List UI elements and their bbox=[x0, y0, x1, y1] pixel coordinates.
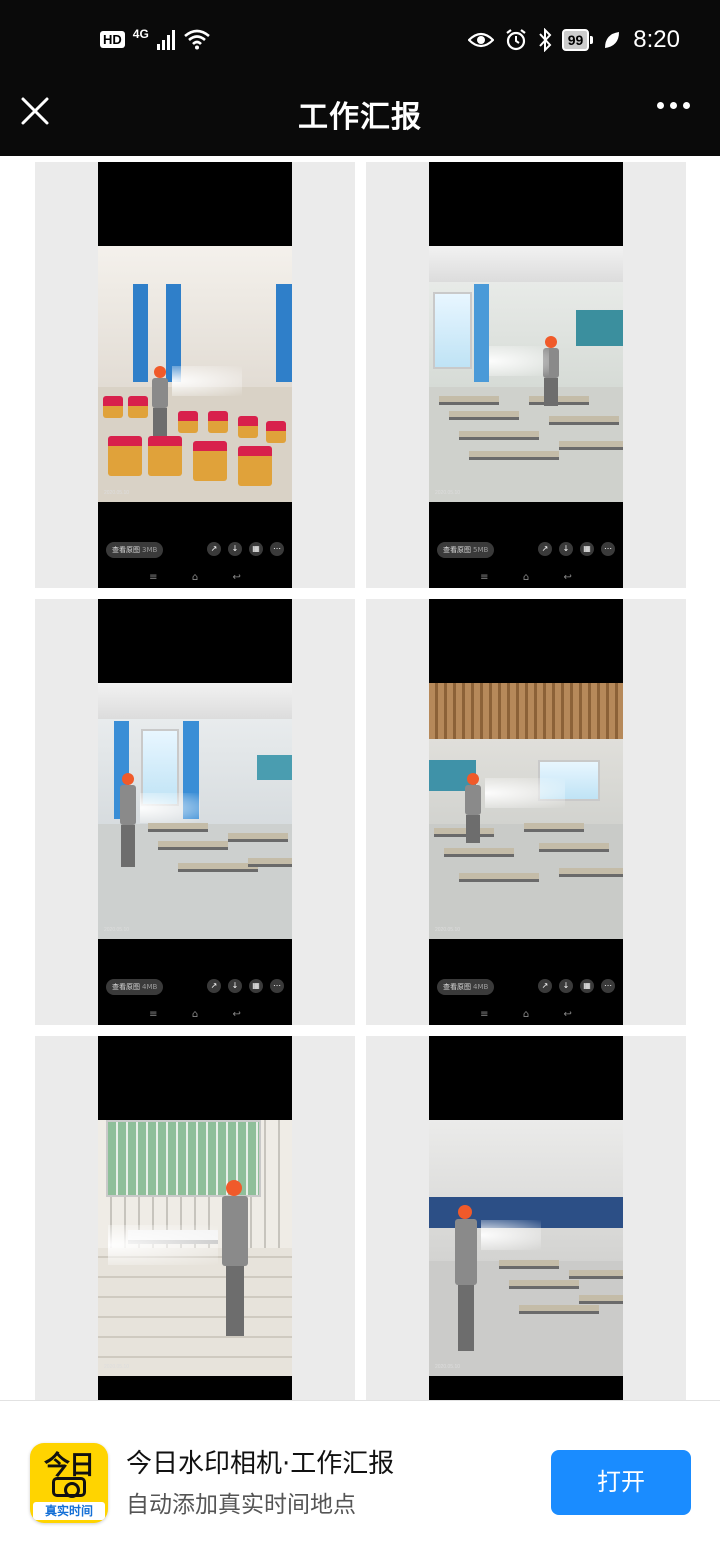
photo: 2020.05.10 bbox=[429, 1120, 623, 1376]
back-icon: ↩ bbox=[232, 572, 241, 583]
photo-actions: ↗ ↓ ▦ ⋯ bbox=[207, 542, 284, 556]
photo-tile[interactable]: 2020.05.10 查看原图 3MB ↗ ↓ ▦ ⋯ ≡ ⌂ ↩ bbox=[35, 162, 355, 588]
camera-icon bbox=[52, 1477, 86, 1498]
battery-level: 99 bbox=[561, 29, 590, 51]
open-button[interactable]: 打开 bbox=[551, 1450, 691, 1515]
status-bar: HD 4G 99 8:20 bbox=[0, 0, 720, 84]
banner-title: 今日水印相机·工作汇报 bbox=[126, 1449, 395, 1479]
photo-date: 2020.05.10 bbox=[104, 490, 130, 496]
system-nav: ≡ ⌂ ↩ bbox=[429, 1009, 623, 1020]
view-original-button[interactable]: 查看原图 5MB bbox=[437, 542, 495, 558]
phone-screenshot: 2020.05.10 bbox=[98, 1036, 292, 1400]
download-icon[interactable]: ↓ bbox=[228, 542, 242, 556]
grid-icon[interactable]: ▦ bbox=[249, 542, 263, 556]
wifi-icon bbox=[183, 29, 210, 50]
clock: 8:20 bbox=[633, 26, 680, 53]
view-original-button[interactable]: 查看原图 4MB bbox=[437, 979, 495, 995]
bluetooth-icon bbox=[538, 28, 552, 52]
photo-date: 2020.05.10 bbox=[104, 1364, 130, 1370]
more-icon[interactable] bbox=[657, 102, 690, 109]
more-icon[interactable]: ⋯ bbox=[270, 542, 284, 556]
status-right: 99 8:20 bbox=[467, 26, 680, 54]
home-icon: ⌂ bbox=[522, 572, 530, 583]
app-icon[interactable]: 今日 真实时间 bbox=[30, 1443, 108, 1523]
photo-tile[interactable]: 2020.05.10 查看原图 4MB ↗ ↓ ▦ ⋯ ≡ ⌂ ↩ bbox=[35, 599, 355, 1025]
photo-actions: ↗ ↓ ▦ ⋯ bbox=[538, 979, 615, 993]
phone-screenshot: 2020.05.10 查看原图 3MB ↗ ↓ ▦ ⋯ ≡ ⌂ ↩ bbox=[98, 162, 292, 588]
photo: 2020.05.10 bbox=[98, 246, 292, 502]
grid-icon[interactable]: ▦ bbox=[249, 979, 263, 993]
download-icon[interactable]: ↓ bbox=[559, 542, 573, 556]
system-nav: ≡ ⌂ ↩ bbox=[98, 1009, 292, 1020]
photo-grid: 2020.05.10 查看原图 3MB ↗ ↓ ▦ ⋯ ≡ ⌂ ↩ 2020.0… bbox=[0, 156, 720, 1400]
photo: 2020.05.10 bbox=[98, 1120, 292, 1376]
alarm-icon bbox=[506, 29, 526, 51]
more-icon[interactable]: ⋯ bbox=[270, 979, 284, 993]
system-nav: ≡ ⌂ ↩ bbox=[98, 572, 292, 583]
photo-tile[interactable]: 2020.05.10 bbox=[366, 1036, 686, 1400]
phone-screenshot: 2020.05.10 bbox=[429, 1036, 623, 1400]
eye-icon bbox=[467, 32, 494, 48]
photo-date: 2020.05.10 bbox=[435, 490, 461, 496]
hd-badge: HD bbox=[100, 30, 125, 48]
menu-icon: ≡ bbox=[149, 572, 158, 583]
signal-icon bbox=[156, 28, 175, 50]
grid-icon[interactable]: ▦ bbox=[580, 542, 594, 556]
photo-actions: ↗ ↓ ▦ ⋯ bbox=[207, 979, 284, 993]
phone-screenshot: 2020.05.10 查看原图 4MB ↗ ↓ ▦ ⋯ ≡ ⌂ ↩ bbox=[98, 599, 292, 1025]
battery-icon: 99 bbox=[561, 29, 594, 51]
photo-date: 2020.05.10 bbox=[435, 1364, 461, 1370]
photo-date: 2020.05.10 bbox=[104, 927, 130, 933]
home-icon: ⌂ bbox=[191, 1009, 199, 1020]
photo-date: 2020.05.10 bbox=[435, 927, 461, 933]
back-icon: ↩ bbox=[563, 572, 572, 583]
grid-icon[interactable]: ▦ bbox=[580, 979, 594, 993]
menu-icon: ≡ bbox=[480, 1009, 489, 1020]
photo-actions: ↗ ↓ ▦ ⋯ bbox=[538, 542, 615, 556]
page-title: 工作汇报 bbox=[298, 100, 422, 135]
photo: 2020.05.10 bbox=[98, 683, 292, 939]
home-icon: ⌂ bbox=[522, 1009, 530, 1020]
banner-subtitle: 自动添加真实时间地点 bbox=[126, 1492, 356, 1518]
download-icon[interactable]: ↓ bbox=[228, 979, 242, 993]
app-icon-caption: 真实时间 bbox=[33, 1502, 105, 1520]
network-type: 4G bbox=[132, 27, 149, 41]
more-icon[interactable]: ⋯ bbox=[601, 979, 615, 993]
nav-bar: 工作汇报 bbox=[0, 84, 720, 156]
menu-icon: ≡ bbox=[149, 1009, 158, 1020]
photo-tile[interactable]: 2020.05.10 查看原图 5MB ↗ ↓ ▦ ⋯ ≡ ⌂ ↩ bbox=[366, 162, 686, 588]
share-icon[interactable]: ↗ bbox=[538, 542, 552, 556]
photo: 2020.05.10 bbox=[429, 246, 623, 502]
share-icon[interactable]: ↗ bbox=[207, 979, 221, 993]
view-original-button[interactable]: 查看原图 4MB bbox=[106, 979, 164, 995]
photo-tile[interactable]: 2020.05.10 查看原图 4MB ↗ ↓ ▦ ⋯ ≡ ⌂ ↩ bbox=[366, 599, 686, 1025]
leaf-icon bbox=[605, 32, 620, 48]
back-icon: ↩ bbox=[563, 1009, 572, 1020]
phone-screenshot: 2020.05.10 查看原图 4MB ↗ ↓ ▦ ⋯ ≡ ⌂ ↩ bbox=[429, 599, 623, 1025]
photo: 2020.05.10 bbox=[429, 683, 623, 939]
download-icon[interactable]: ↓ bbox=[559, 979, 573, 993]
menu-icon: ≡ bbox=[480, 572, 489, 583]
view-original-button[interactable]: 查看原图 3MB bbox=[106, 542, 164, 558]
app-banner[interactable]: 今日 真实时间 今日水印相机·工作汇报 自动添加真实时间地点 打开 bbox=[0, 1400, 720, 1560]
share-icon[interactable]: ↗ bbox=[538, 979, 552, 993]
share-icon[interactable]: ↗ bbox=[207, 542, 221, 556]
home-icon: ⌂ bbox=[191, 572, 199, 583]
more-icon[interactable]: ⋯ bbox=[601, 542, 615, 556]
phone-screenshot: 2020.05.10 查看原图 5MB ↗ ↓ ▦ ⋯ ≡ ⌂ ↩ bbox=[429, 162, 623, 588]
back-icon: ↩ bbox=[232, 1009, 241, 1020]
status-left: HD 4G bbox=[100, 27, 211, 50]
system-nav: ≡ ⌂ ↩ bbox=[429, 572, 623, 583]
photo-tile[interactable]: 2020.05.10 bbox=[35, 1036, 355, 1400]
